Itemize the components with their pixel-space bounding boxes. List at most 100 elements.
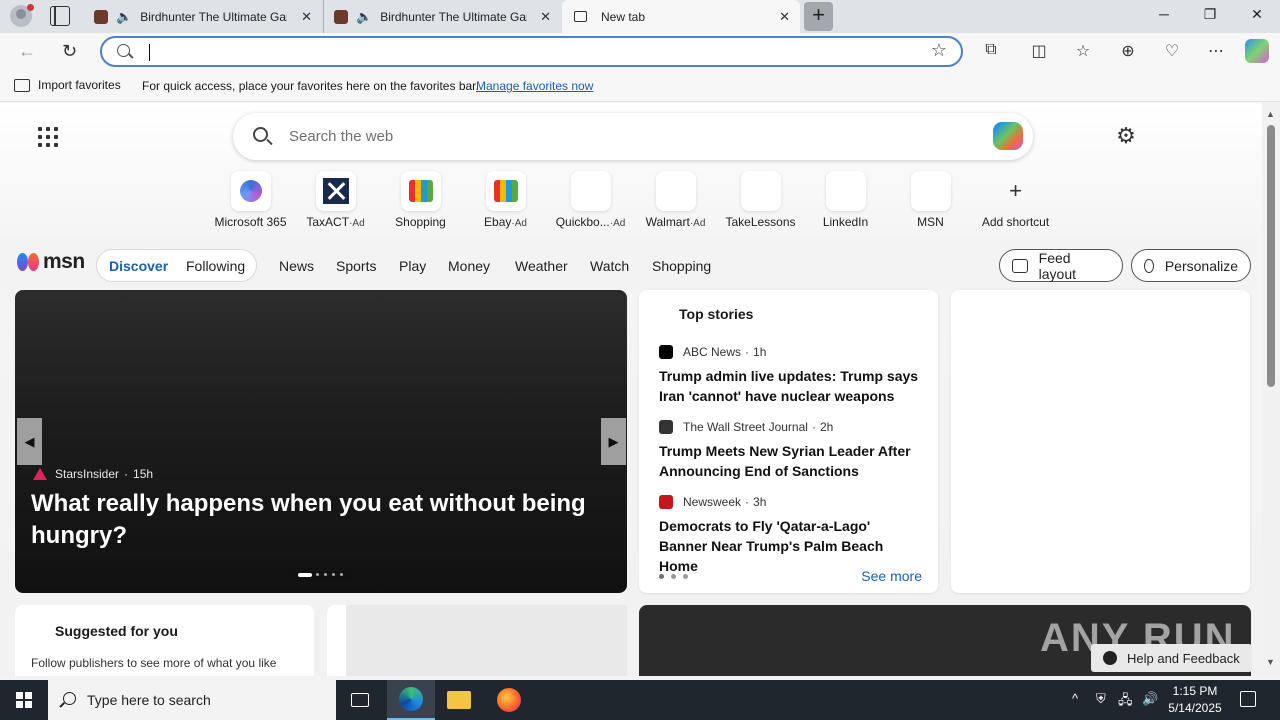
shortcut-microsoft-365[interactable]: Microsoft 365 (208, 171, 293, 229)
nav-play[interactable]: Play (399, 258, 426, 274)
shortcut-label: Walmart (645, 215, 690, 229)
extensions-icon[interactable]: ⧉ (980, 41, 1002, 59)
feed-layout-label: Feed layout (1038, 249, 1077, 282)
tab-birdhunter-1[interactable]: 🔈 Birdhunter The Ultimate Gar ✕ (84, 0, 322, 33)
nav-news[interactable]: News (279, 258, 314, 274)
favorites-bar: Import favorites For quick access, place… (0, 70, 1280, 102)
audio-playing-icon[interactable]: 🔈 (356, 9, 372, 25)
import-favorites-button[interactable]: Import favorites (14, 78, 121, 92)
page-settings-gear-icon[interactable]: ⚙ (1115, 125, 1137, 147)
audio-playing-icon[interactable]: 🔈 (116, 9, 132, 25)
help-feedback-button[interactable]: Help and Feedback (1091, 644, 1252, 672)
birdhunter-favicon-icon (334, 9, 348, 24)
manage-favorites-link[interactable]: Manage favorites now (476, 79, 593, 93)
close-window-button[interactable]: ✕ (1247, 6, 1267, 23)
tab-close-icon[interactable]: ✕ (540, 9, 551, 25)
shortcut-ebay[interactable]: Ebay·Ad (463, 171, 548, 229)
shortcut-shopping[interactable]: Shopping (378, 171, 463, 229)
favorites-icon[interactable]: ☆ (1072, 41, 1094, 61)
scrollbar-thumb[interactable] (1267, 125, 1275, 387)
new-tab-button[interactable]: + (804, 2, 833, 31)
shortcut-takelessons[interactable]: TakeLessons (718, 171, 803, 229)
restore-button[interactable]: ❐ (1200, 6, 1220, 23)
shortcut-msn[interactable]: MSN (888, 171, 973, 229)
tab-close-icon[interactable]: ✕ (779, 9, 790, 25)
defender-icon[interactable]: ⛨ (1096, 691, 1106, 707)
task-view-button[interactable] (336, 680, 384, 720)
carousel-prev-arrow-icon[interactable]: ◀ (17, 418, 42, 465)
notification-center-icon[interactable] (1240, 691, 1256, 707)
refresh-icon[interactable]: ↻ (62, 41, 77, 62)
sliders-icon (1012, 258, 1028, 273)
shortcut-taxact[interactable]: TaxACT·Ad (293, 171, 378, 229)
tab-discover[interactable]: Discover (109, 258, 168, 274)
copilot-icon[interactable] (1245, 39, 1269, 63)
scroll-down-icon[interactable]: ▼ (1266, 657, 1275, 667)
story-item[interactable]: Newsweek · 3h Democrats to Fly 'Qatar-a-La… (659, 495, 919, 576)
browser-essentials-icon[interactable]: ♡ (1161, 41, 1183, 61)
shortcut-quickbooks[interactable]: Quickbo...·Ad (548, 171, 633, 229)
nav-watch[interactable]: Watch (590, 258, 629, 274)
windows-start-icon[interactable] (16, 692, 32, 708)
page-scrollbar[interactable]: ▲ ▼ (1262, 103, 1280, 676)
app-launcher-icon[interactable] (38, 127, 58, 147)
network-icon[interactable]: 🖧 (1118, 691, 1133, 713)
shortcut-linkedin[interactable]: LinkedIn (803, 171, 888, 229)
tab-close-icon[interactable]: ✕ (301, 9, 312, 25)
carousel-indicator[interactable] (289, 568, 353, 581)
copilot-logo-icon[interactable] (993, 122, 1023, 150)
story-title[interactable]: Trump Meets New Syrian Leader After Anno… (659, 441, 919, 481)
nav-weather[interactable]: Weather (515, 258, 568, 274)
hero-carousel[interactable]: ◀ ▶ StarsInsider · 15h What really happe… (15, 290, 627, 593)
feed-card[interactable] (327, 605, 627, 676)
scroll-up-icon[interactable]: ▲ (1266, 109, 1275, 119)
tab-following[interactable]: Following (186, 258, 245, 274)
shortcut-label: TakeLessons (725, 215, 796, 229)
ad-badge: ·Ad (609, 218, 626, 229)
shortcut-walmart[interactable]: Walmart·Ad (633, 171, 718, 229)
top-stories-heading: Top stories (679, 306, 754, 322)
system-clock[interactable]: 1:15 PM 5/14/2025 (1166, 683, 1224, 717)
taskbar-firefox[interactable] (485, 680, 533, 720)
add-shortcut-button[interactable]: + Add shortcut (973, 171, 1058, 229)
taskbar-edge[interactable] (387, 680, 435, 720)
tab-new-tab[interactable]: New tab ✕ (562, 0, 800, 33)
personalize-button[interactable]: Personalize (1131, 249, 1251, 282)
nav-shopping[interactable]: Shopping (652, 258, 711, 274)
newsweek-logo-icon (659, 495, 673, 509)
taskbar-search-box[interactable]: Type here to search (48, 680, 336, 720)
carousel-next-arrow-icon[interactable]: ▶ (601, 418, 626, 465)
story-item[interactable]: ABC News · 1h Trump admin live updates: Tr… (659, 345, 919, 406)
ad-badge: ·Ad (511, 218, 527, 229)
hero-headline[interactable]: What really happens when you eat without… (31, 488, 591, 552)
story-title[interactable]: Democrats to Fly 'Qatar-a-Lago' Banner N… (659, 516, 919, 576)
taskbar-search-placeholder: Type here to search (87, 692, 211, 708)
nav-money[interactable]: Money (448, 258, 490, 274)
taskbar-file-explorer[interactable] (435, 680, 483, 720)
collections-icon[interactable]: ⊕ (1117, 41, 1139, 61)
volume-icon[interactable]: 🔊 (1142, 691, 1158, 707)
tab-birdhunter-2[interactable]: 🔈 Birdhunter The Ultimate Gar ✕ (323, 0, 561, 33)
folder-icon (447, 691, 471, 709)
back-arrow-icon[interactable]: ← (18, 41, 36, 62)
web-search-box[interactable]: Search the web (233, 113, 1033, 160)
msn-logo[interactable]: msn (17, 250, 85, 274)
minimize-button[interactable]: ─ (1154, 6, 1174, 22)
add-favorite-star-icon[interactable]: ☆ (931, 40, 947, 61)
feed-toggle: Discover Following (96, 249, 257, 282)
story-title[interactable]: Trump admin live updates: Trump says Ira… (659, 366, 919, 406)
task-view-icon (351, 693, 369, 707)
story-item[interactable]: The Wall Street Journal · 2h Trump Meets N… (659, 420, 919, 481)
abc-news-logo-icon (659, 345, 673, 359)
address-bar[interactable]: ☆ (100, 36, 963, 67)
search-placeholder: Search the web (289, 128, 394, 145)
show-hidden-icons-chevron-icon[interactable]: ^ (1072, 691, 1078, 706)
starsinsider-logo-icon (33, 468, 47, 480)
split-screen-icon[interactable]: ◫ (1028, 41, 1050, 61)
feed-layout-button[interactable]: Feed layout (999, 249, 1123, 282)
see-more-link[interactable]: See more (861, 568, 922, 584)
more-icon[interactable]: ⋯ (1205, 41, 1227, 61)
nav-sports[interactable]: Sports (336, 258, 376, 274)
stories-pager[interactable] (659, 574, 695, 579)
tab-actions-icon[interactable] (50, 6, 70, 26)
